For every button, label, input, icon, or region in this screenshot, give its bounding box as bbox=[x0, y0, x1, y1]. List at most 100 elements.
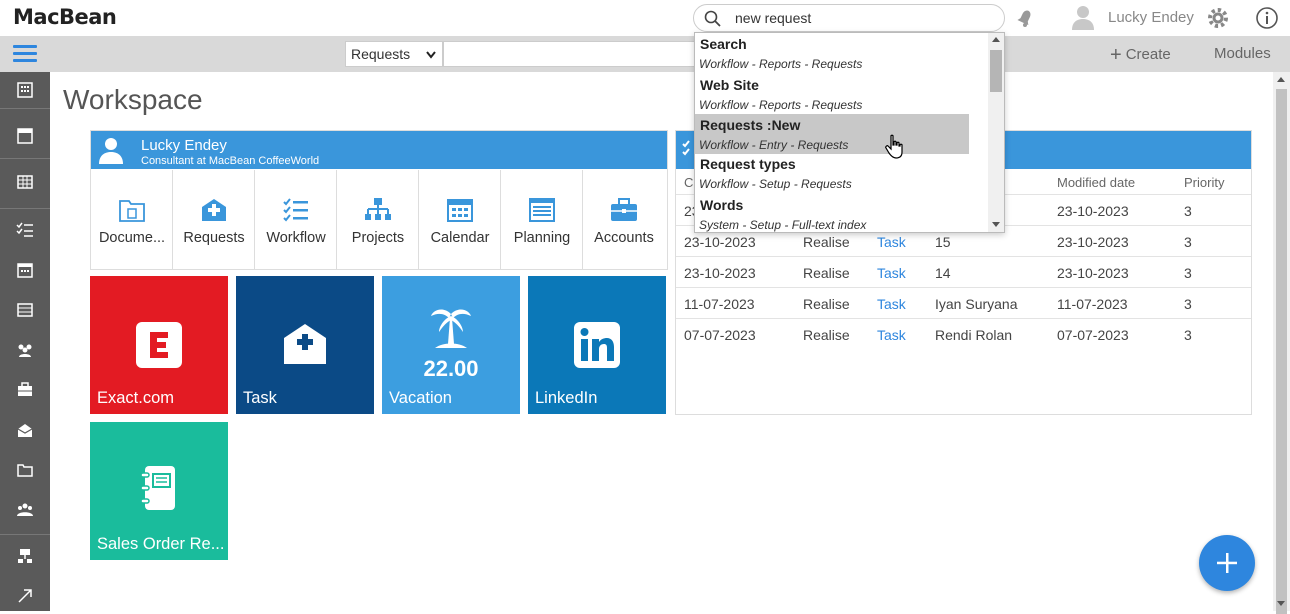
quick-link-planning[interactable]: Planning bbox=[501, 170, 583, 269]
sidebar-item-accounts[interactable] bbox=[0, 372, 50, 408]
cell-description: Iyan Suryana bbox=[935, 296, 1018, 312]
cell-status: Realise bbox=[803, 327, 850, 343]
tile-label: Sales Order Re... bbox=[97, 535, 225, 553]
sidebar-item-grid[interactable] bbox=[0, 164, 50, 200]
table-row[interactable]: 23-10-2023 Realise Task 14 23-10-2023 3 bbox=[676, 256, 1251, 287]
checklist-icon bbox=[16, 222, 33, 237]
cell-priority: 3 bbox=[1184, 234, 1192, 250]
cell-description: 14 bbox=[935, 265, 951, 281]
tile-exact[interactable]: Exact.com bbox=[90, 276, 228, 414]
sidebar-item-documents[interactable] bbox=[0, 452, 50, 488]
tile-task[interactable]: Task bbox=[236, 276, 374, 414]
scroll-down-arrow-icon[interactable] bbox=[1277, 601, 1285, 606]
sidebar-item-groups[interactable] bbox=[0, 492, 50, 528]
profile-subtitle: Consultant at MacBean CoffeeWorld bbox=[141, 155, 320, 167]
dropdown-scroll-thumb[interactable] bbox=[990, 50, 1002, 92]
create-button[interactable]: + Create bbox=[1110, 44, 1171, 67]
quick-link-calendar[interactable]: Calendar bbox=[419, 170, 501, 269]
cell-description: Rendi Rolan bbox=[935, 327, 1013, 343]
quick-link-label: Workflow bbox=[266, 230, 326, 246]
app-logo[interactable]: MacBean bbox=[13, 5, 117, 29]
search-result-item[interactable]: Request types Workflow - Setup - Request… bbox=[695, 153, 969, 193]
tile-sales-order[interactable]: Sales Order Re... bbox=[90, 422, 228, 560]
cell-created: 23-10-2023 bbox=[684, 234, 756, 250]
scroll-down-arrow-icon[interactable] bbox=[992, 222, 1000, 227]
result-title: Search bbox=[700, 36, 747, 52]
quick-link-label: Accounts bbox=[594, 230, 654, 246]
cell-created: 07-07-2023 bbox=[684, 327, 756, 343]
table-row[interactable]: 11-07-2023 Realise Task Iyan Suryana 11-… bbox=[676, 287, 1251, 318]
document-folder-icon bbox=[119, 200, 145, 222]
user-name[interactable]: Lucky Endey bbox=[1108, 9, 1194, 26]
info-icon[interactable] bbox=[1255, 6, 1279, 35]
cell-status: Realise bbox=[803, 265, 850, 281]
add-fab-button[interactable] bbox=[1199, 535, 1255, 591]
org-chart-icon bbox=[18, 549, 32, 563]
sidebar-item-expand[interactable] bbox=[0, 578, 50, 614]
briefcase-icon bbox=[611, 198, 637, 221]
toolbar: Requests + Create Modules bbox=[0, 36, 1290, 72]
sidebar-item-window[interactable] bbox=[0, 118, 50, 154]
scroll-up-arrow-icon[interactable] bbox=[1277, 77, 1285, 82]
sidebar-item-dashboard[interactable] bbox=[0, 72, 50, 108]
settings-gear-icon[interactable] bbox=[1206, 6, 1230, 35]
search-result-item[interactable]: Search Workflow - Reports - Requests bbox=[695, 33, 969, 73]
search-result-item[interactable]: Web Site Workflow - Reports - Requests bbox=[695, 74, 969, 114]
exact-logo-icon bbox=[136, 322, 182, 368]
dropdown-scrollbar[interactable] bbox=[988, 33, 1004, 232]
page-scroll-thumb[interactable] bbox=[1276, 89, 1287, 614]
checklist-icon bbox=[283, 198, 308, 222]
cell-priority: 3 bbox=[1184, 296, 1192, 312]
column-header-created[interactable]: C bbox=[684, 175, 693, 190]
scroll-up-arrow-icon[interactable] bbox=[992, 37, 1000, 42]
cell-type-link[interactable]: Task bbox=[877, 265, 906, 281]
search-scope-select[interactable]: Requests bbox=[345, 41, 443, 67]
cell-type-link[interactable]: Task bbox=[877, 234, 906, 250]
sidebar-item-reports[interactable] bbox=[0, 538, 50, 574]
modules-button[interactable]: Modules bbox=[1214, 45, 1271, 62]
result-path: System - Setup - Full-text index bbox=[699, 218, 867, 232]
result-path: Workflow - Setup - Requests bbox=[699, 177, 852, 191]
column-header-modified[interactable]: Modified date bbox=[1057, 175, 1135, 190]
calendar-icon bbox=[447, 199, 473, 222]
result-title: Web Site bbox=[700, 77, 759, 93]
user-avatar-icon[interactable] bbox=[1069, 3, 1097, 36]
search-result-item-highlighted[interactable]: Requests :New Workflow - Entry - Request… bbox=[695, 114, 969, 154]
result-title: Requests :New bbox=[700, 117, 801, 133]
search-input[interactable]: new request bbox=[735, 10, 811, 26]
left-sidebar bbox=[0, 72, 50, 611]
column-header-priority[interactable]: Priority bbox=[1184, 175, 1224, 190]
notification-bell-icon[interactable] bbox=[1013, 6, 1037, 35]
linkedin-icon bbox=[574, 322, 620, 368]
tile-linkedin[interactable]: LinkedIn bbox=[528, 276, 666, 414]
quick-link-documents[interactable]: Docume... bbox=[91, 170, 173, 269]
sidebar-item-relations[interactable] bbox=[0, 332, 50, 368]
profile-name[interactable]: Lucky Endey bbox=[141, 137, 227, 154]
search-icon bbox=[704, 10, 722, 33]
quick-links: Docume... Requests Workflow Projects Cal… bbox=[91, 170, 667, 269]
tile-label: Task bbox=[243, 389, 277, 407]
menu-hamburger-icon[interactable] bbox=[13, 45, 37, 63]
cell-type-link[interactable]: Task bbox=[877, 327, 906, 343]
quick-link-label: Requests bbox=[183, 230, 245, 246]
global-search[interactable]: new request bbox=[693, 4, 1005, 32]
folder-icon bbox=[17, 464, 33, 477]
sidebar-item-workflow[interactable] bbox=[0, 212, 50, 248]
sidebar-item-planning[interactable] bbox=[0, 292, 50, 328]
quick-link-accounts[interactable]: Accounts bbox=[583, 170, 665, 269]
tile-vacation[interactable]: 22.00 Vacation bbox=[382, 276, 520, 414]
sidebar-item-calendar[interactable] bbox=[0, 252, 50, 288]
toolbar-search-field[interactable] bbox=[443, 41, 695, 67]
table-row[interactable]: 07-07-2023 Realise Task Rendi Rolan 07-0… bbox=[676, 318, 1251, 349]
plus-icon: + bbox=[1110, 44, 1122, 66]
quick-link-workflow[interactable]: Workflow bbox=[255, 170, 337, 269]
quick-link-projects[interactable]: Projects bbox=[337, 170, 419, 269]
cell-type-link[interactable]: Task bbox=[877, 296, 906, 312]
sidebar-item-requests[interactable] bbox=[0, 412, 50, 448]
page-scrollbar[interactable] bbox=[1273, 72, 1290, 614]
cell-priority: 3 bbox=[1184, 327, 1192, 343]
quick-link-label: Docume... bbox=[98, 230, 166, 246]
envelope-icon bbox=[17, 424, 33, 437]
quick-link-requests[interactable]: Requests bbox=[173, 170, 255, 269]
search-result-item[interactable]: Words System - Setup - Full-text index bbox=[695, 194, 969, 232]
